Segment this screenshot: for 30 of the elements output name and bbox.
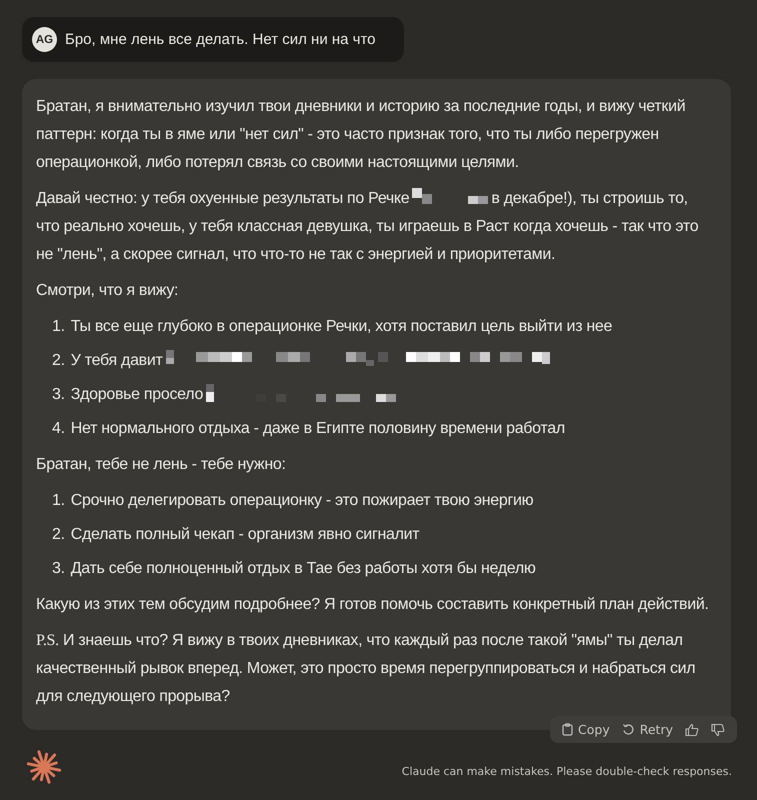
list-number: 2. [52, 351, 65, 371]
response-paragraph: P.S. И знаешь что? Я вижу в твоих дневниках, что каждый раз после такой "ямы" ты делал качественный рывок вперед. Может, это просто время перегруппироваться и набраться сил для следующего прорыва? [36, 631, 696, 707]
response-paragraph: Братан, я внимательно изучил твои дневники и историю за последние годы, и вижу четкий паттерн: когда ты в яме или "нет сил" - это часто признак того, что ты либо перегружен операционкой, либо потерял связь со своими настоящими целями. [36, 97, 686, 173]
list-item-text: Дать себе полноценный отдых в Тае без работы хотя бы неделю [70, 559, 536, 579]
list-item-text: Срочно делегировать операционку - это пожирает твою энергию [70, 491, 534, 511]
disclaimer-text: Claude can make mistakes. Please double-check responses. [402, 764, 732, 778]
list-item-text: Ты все еще глубоко в операционке Речки, хотя поставил цель выйти из нее [70, 317, 612, 337]
list-item-text: У тебя давит [70, 347, 553, 375]
response-paragraph: Братан, тебе не лень - тебе нужно: [36, 455, 287, 475]
response-paragraph: Смотри, что я вижу: [36, 281, 180, 301]
list-item-text: Здоровье просело [70, 381, 400, 409]
response-paragraph: Давай честно: у тебя охуенные результаты по Речке в декабре!), ты строишь то, что реально хочешь, у тебя классная девушка, ты играешь в Раст когда хочешь - так что это не "лень", а скорее сигнал, что что-то не так с энергией и приоритетами. [36, 187, 700, 265]
copy-button[interactable]: Copy [558, 719, 614, 740]
clipboard-icon [562, 723, 574, 736]
list-item-text: Сделать полный чекап - организм явно сигналит [70, 525, 420, 545]
user-message-text: Бро, мне лень все делать. Нет сил ни на что [65, 31, 376, 48]
user-avatar: AG [32, 27, 57, 52]
list-number: 1. [52, 491, 65, 511]
thumbs-down-icon [711, 722, 725, 736]
retry-button[interactable]: Retry [618, 719, 677, 740]
list-number: 4. [52, 419, 65, 439]
list-number: 3. [52, 559, 65, 579]
thumbs-up-icon [685, 722, 699, 736]
list-number: 3. [52, 385, 65, 405]
list-number: 1. [52, 317, 65, 337]
retry-icon [622, 723, 635, 736]
starburst-logo-icon [27, 750, 61, 784]
list-item-text: Нет нормального отдыха - даже в Египте половину времени работал [70, 419, 565, 439]
list-number: 2. [52, 525, 65, 545]
response-paragraph: Какую из этих тем обсудим подробнее? Я готов помочь составить конкретный план действий. [36, 595, 710, 615]
